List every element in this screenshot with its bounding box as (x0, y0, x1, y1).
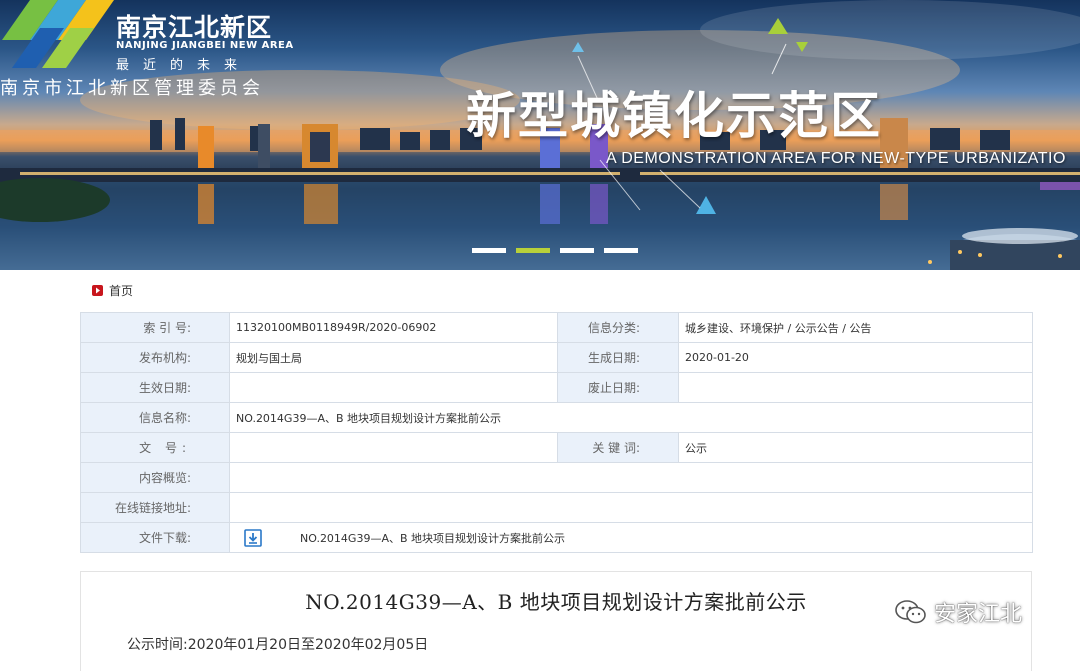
carousel-dot-1[interactable] (472, 248, 506, 253)
summary-label: 内容概览: (80, 462, 230, 493)
carousel-indicators (472, 248, 638, 253)
watermark-text: 安家江北 (934, 602, 1023, 627)
logo-title: 南京江北新区 (116, 13, 273, 42)
publisher-label: 发布机构: (80, 342, 230, 373)
carousel-dot-2[interactable] (516, 248, 550, 253)
summary-value (229, 462, 1033, 493)
effective-date-label: 生效日期: (80, 372, 230, 403)
download-file-link[interactable]: NO.2014G39—A、B 地块项目规划设计方案批前公示 (300, 530, 565, 546)
banner-subheadline: A DEMONSTRATION AREA FOR NEW-TYPE URBANI… (606, 150, 1066, 167)
download-cell: NO.2014G39—A、B 地块项目规划设计方案批前公示 (229, 522, 1033, 553)
wechat-icon (895, 600, 926, 624)
table-row: 文件下载: NO.2014G39—A、B 地块项目规划设计方案批前公示 (80, 522, 1033, 553)
home-arrow-icon (92, 285, 103, 296)
download-icon[interactable] (244, 528, 262, 547)
download-label: 文件下载: (80, 522, 230, 553)
breadcrumb: 首页 (92, 282, 133, 299)
doc-number-label: 文 号: (80, 432, 230, 463)
table-row: 生效日期: 废止日期: (80, 372, 1033, 403)
created-date-label: 生成日期: (557, 342, 679, 373)
category-value: 城乡建设、环境保护 / 公示公告 / 公告 (678, 312, 1033, 343)
table-row: 发布机构: 规划与国土局 生成日期: 2020-01-20 (80, 342, 1033, 373)
keyword-label: 关 键 词: (557, 432, 679, 463)
table-row: 信息名称: NO.2014G39—A、B 地块项目规划设计方案批前公示 (80, 402, 1033, 433)
index-value: 11320100MB0118949R/2020-06902 (229, 312, 558, 343)
online-link-label: 在线链接地址: (80, 492, 230, 523)
article-title: NO.2014G39—A、B 地块项目规划设计方案批前公示 (305, 590, 807, 614)
carousel-dot-3[interactable] (560, 248, 594, 253)
created-date-value: 2020-01-20 (678, 342, 1033, 373)
info-name-label: 信息名称: (80, 402, 230, 433)
keyword-value: 公示 (678, 432, 1033, 463)
category-label: 信息分类: (557, 312, 679, 343)
table-row: 在线链接地址: (80, 492, 1033, 523)
online-link-value[interactable] (229, 492, 1033, 523)
committee-name: 南京市江北新区管理委员会 (0, 78, 264, 99)
top-banner: 南京江北新区 NANJING JIANGBEI NEW AREA 最近的未来 南… (0, 0, 1080, 270)
banner-headline: 新型城镇化示范区 (466, 87, 882, 145)
wechat-watermark: 安家江北 (894, 596, 1022, 628)
carousel-dot-4[interactable] (604, 248, 638, 253)
logo-english: NANJING JIANGBEI NEW AREA (116, 40, 294, 51)
doc-number-value (229, 432, 558, 463)
expiry-date-value (678, 372, 1033, 403)
info-name-value: NO.2014G39—A、B 地块项目规划设计方案批前公示 (229, 402, 1033, 433)
jiangbei-logo-icon (2, 0, 114, 68)
logo-slogan: 最近的未来 (116, 58, 252, 73)
breadcrumb-home-link[interactable]: 首页 (109, 282, 133, 299)
document-info-table: 索 引 号: 11320100MB0118949R/2020-06902 信息分… (80, 312, 1033, 553)
effective-date-value (229, 372, 558, 403)
publicity-period: 公示时间:2020年01月20日至2020年02月05日 (127, 637, 429, 653)
table-row: 内容概览: (80, 462, 1033, 493)
expiry-date-label: 废止日期: (557, 372, 679, 403)
index-label: 索 引 号: (80, 312, 230, 343)
table-row: 文 号: 关 键 词: 公示 (80, 432, 1033, 463)
table-row: 索 引 号: 11320100MB0118949R/2020-06902 信息分… (80, 312, 1033, 343)
article-body: NO.2014G39—A、B 地块项目规划设计方案批前公示 公示时间:2020年… (80, 571, 1032, 671)
publisher-value: 规划与国土局 (229, 342, 558, 373)
